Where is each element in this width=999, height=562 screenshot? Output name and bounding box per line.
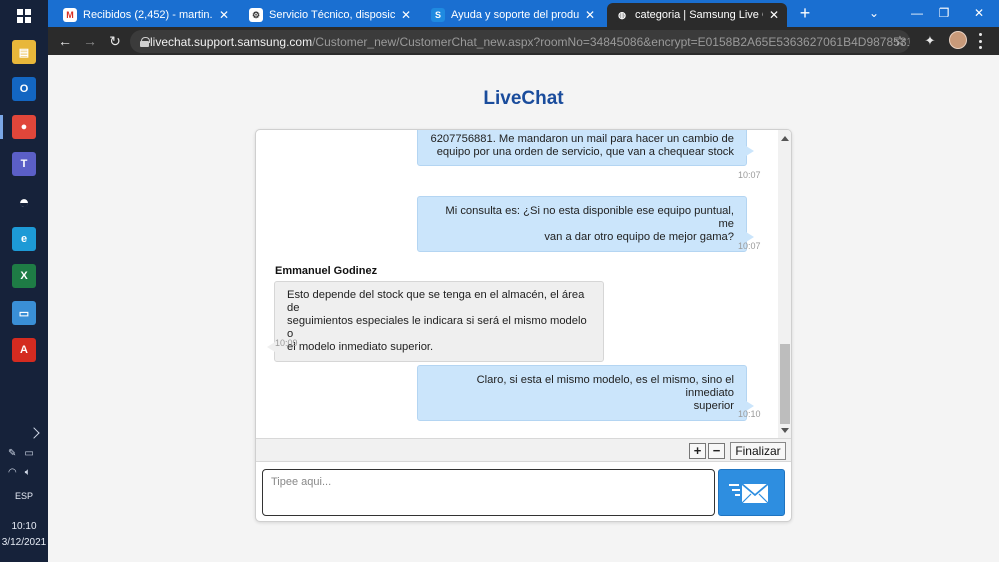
- message-line: Claro, si esta el mismo modelo, es el mi…: [476, 374, 734, 399]
- close-window-button[interactable]: ✕: [959, 0, 999, 27]
- page-title: LiveChat: [483, 88, 564, 109]
- tab-close-icon[interactable]: ✕: [585, 8, 595, 22]
- url-host: livechat.support.samsung.com: [150, 34, 313, 49]
- browser-tab[interactable]: S Ayuda y soporte del producto | S ✕: [423, 3, 603, 27]
- scroll-down-icon[interactable]: [781, 428, 789, 433]
- reload-button[interactable]: ↻: [106, 32, 124, 50]
- message-input[interactable]: [262, 469, 715, 516]
- message-line: seguimientos especiales le indicara si s…: [287, 315, 587, 340]
- message-line: 6207756881. Me mandaron un mail para hac…: [430, 133, 734, 145]
- acrobat-icon[interactable]: A: [12, 338, 36, 362]
- chrome-menu-icon[interactable]: [978, 33, 982, 49]
- chrome-window: M Recibidos (2,452) - martin.lautar ✕ ⚙ Serv…: [48, 0, 999, 562]
- tab-title: Recibidos (2,452) - martin.lautar: [83, 9, 213, 21]
- outlook-icon[interactable]: O: [12, 77, 36, 101]
- message-line: superior: [693, 400, 734, 412]
- browser-tab[interactable]: ⚙ Servicio Técnico, disposiciones q ✕: [241, 3, 419, 27]
- tab-close-icon[interactable]: ✕: [769, 8, 779, 22]
- photos-icon[interactable]: ◓: [12, 190, 36, 214]
- pen-icon[interactable]: ✎: [8, 448, 16, 459]
- browser-tab[interactable]: M Recibidos (2,452) - martin.lautar ✕: [55, 3, 237, 27]
- tray-expand-icon[interactable]: [28, 427, 40, 439]
- outgoing-message-bubble: Mi consulta es: ¿Si no esta disponible e…: [417, 196, 754, 252]
- teams-icon[interactable]: T: [12, 152, 36, 176]
- clock-date[interactable]: 3/12/2021: [0, 537, 48, 548]
- forward-button[interactable]: →: [81, 32, 99, 50]
- message-line: Esto depende del stock que se tenga en e…: [287, 289, 585, 314]
- tab-close-icon[interactable]: ✕: [219, 8, 229, 22]
- scroll-up-icon[interactable]: [781, 136, 789, 141]
- tab-title: Ayuda y soporte del producto | S: [451, 9, 579, 21]
- extensions-icon[interactable]: ✦: [921, 32, 939, 50]
- file-explorer-icon[interactable]: ▤: [12, 40, 36, 64]
- tab-strip: M Recibidos (2,452) - martin.lautar ✕ ⚙ Serv…: [48, 0, 999, 27]
- profile-avatar[interactable]: [949, 31, 967, 49]
- agent-name: Emmanuel Godinez: [275, 265, 378, 277]
- browser-tab[interactable]: ◍ categoria | Samsung Live Chat ✕: [607, 3, 787, 27]
- finish-chat-button[interactable]: Finalizar: [730, 442, 786, 460]
- tab-favicon-icon: ◍: [615, 8, 629, 22]
- clock-time[interactable]: 10:10: [0, 521, 48, 532]
- message-time: 10:07: [738, 241, 761, 251]
- url-path: /Customer_new/CustomerChat_new.aspx?room…: [312, 34, 910, 49]
- tab-search-button[interactable]: ⌄: [854, 0, 894, 27]
- outgoing-message-bubble: 6207756881. Me mandaron un mail para hac…: [417, 130, 754, 166]
- message-time: 10:07: [738, 170, 761, 180]
- message-time: 10:10: [738, 409, 761, 419]
- chat-messages[interactable]: 6207756881. Me mandaron un mail para hac…: [256, 130, 778, 438]
- outgoing-message-bubble: Claro, si esta el mismo modelo, es el mi…: [417, 365, 754, 421]
- message-line: el modelo inmediato superior.: [287, 341, 434, 353]
- chat-action-bar: + − Finalizar: [256, 438, 791, 462]
- tab-close-icon[interactable]: ✕: [401, 8, 411, 22]
- windows-taskbar: ▤ O ● T ◓ e X ▭ A ✎ ▭ ◠ 🔈︎ ESP 10:10 3/12/2021: [0, 0, 48, 562]
- scroll-thumb[interactable]: [780, 344, 790, 424]
- chrome-icon[interactable]: ●: [12, 115, 36, 139]
- font-increase-button[interactable]: +: [689, 443, 706, 459]
- send-envelope-icon: [729, 483, 769, 504]
- message-line: equipo por una orden de servicio, que va…: [436, 146, 734, 158]
- tab-favicon-icon: S: [431, 8, 445, 22]
- incoming-message-bubble: Esto depende del stock que se tenga en e…: [267, 281, 604, 362]
- web-page: LiveChat 6207756881. Me mandaron un mail…: [48, 55, 999, 562]
- back-button[interactable]: ←: [56, 32, 74, 50]
- new-tab-button[interactable]: +: [793, 3, 817, 25]
- tab-favicon-icon: ⚙: [249, 8, 263, 22]
- windows-start-icon[interactable]: [17, 9, 31, 23]
- tray-row-1: ✎ ▭: [8, 448, 34, 459]
- tray-row-2: ◠ 🔈︎: [8, 467, 31, 478]
- chat-scrollbar[interactable]: [778, 130, 791, 438]
- font-decrease-button[interactable]: −: [708, 443, 725, 459]
- edge-icon[interactable]: e: [12, 227, 36, 251]
- chat-panel: 6207756881. Me mandaron un mail para hac…: [255, 129, 792, 522]
- language-indicator[interactable]: ESP: [0, 491, 48, 501]
- excel-icon[interactable]: X: [12, 264, 36, 288]
- browser-toolbar: ← → ↻ livechat.support.samsung.com/Custo…: [48, 27, 999, 55]
- tab-title: Servicio Técnico, disposiciones q: [269, 9, 395, 21]
- address-bar[interactable]: livechat.support.samsung.com/Customer_ne…: [130, 30, 910, 53]
- battery-icon[interactable]: ▭: [24, 448, 33, 459]
- message-line: Mi consulta es: ¿Si no esta disponible e…: [445, 205, 734, 230]
- volume-icon[interactable]: 🔈︎: [25, 467, 31, 478]
- message-line: van a dar otro equipo de mejor gama?: [544, 231, 734, 243]
- message-time: 10:09: [275, 338, 298, 348]
- send-button[interactable]: [718, 469, 785, 516]
- bookmark-star-icon[interactable]: ☆: [891, 32, 909, 50]
- active-app-indicator: [0, 115, 3, 139]
- remote-desktop-icon[interactable]: ▭: [12, 301, 36, 325]
- tab-title: categoria | Samsung Live Chat: [635, 9, 763, 21]
- wifi-icon[interactable]: ◠: [8, 467, 17, 478]
- restore-button[interactable]: ❐: [924, 0, 964, 27]
- tab-favicon-icon: M: [63, 8, 77, 22]
